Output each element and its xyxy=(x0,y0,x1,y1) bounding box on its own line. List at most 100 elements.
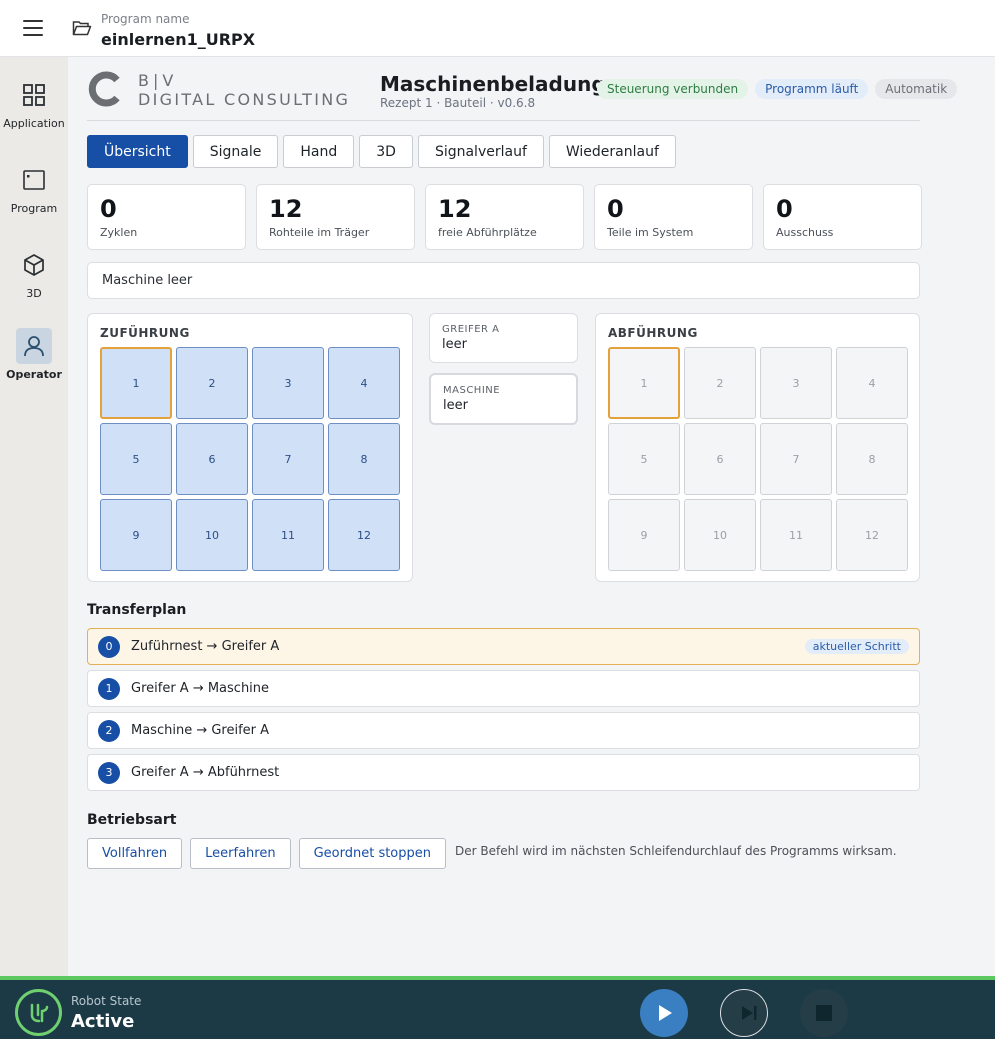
status-badge-mode: Automatik xyxy=(875,79,958,99)
nest-cell: 10 xyxy=(176,499,248,571)
nest-cell: 3 xyxy=(760,347,832,419)
status-badge-program: Programm läuft xyxy=(755,79,869,99)
stat-cycles: 0 Zyklen xyxy=(87,184,246,250)
stat-label: Teile im System xyxy=(607,226,694,239)
nest-cell: 9 xyxy=(608,499,680,571)
stat-value: 0 xyxy=(607,195,624,223)
menu-icon[interactable] xyxy=(23,20,43,36)
stat-value: 12 xyxy=(438,195,472,223)
stat-value: 0 xyxy=(100,195,117,223)
gripper-card: GREIFER A leer xyxy=(429,313,578,363)
machine-status-bar: Maschine leer xyxy=(87,262,920,299)
stat-raw-parts: 12 Rohteile im Träger xyxy=(256,184,415,250)
brand-mark-icon xyxy=(88,71,120,107)
nest-cell: 2 xyxy=(684,347,756,419)
nest-cell: 12 xyxy=(836,499,908,571)
side-nav: Application Program 3D Operator xyxy=(0,57,68,976)
nest-cell: 3 xyxy=(252,347,324,419)
step-text: Greifer A → Maschine xyxy=(131,681,270,696)
nav-label-3d: 3D xyxy=(26,287,42,300)
grid-icon xyxy=(16,77,52,113)
play-button[interactable] xyxy=(640,989,688,1037)
transfer-steps: 0 Zuführnest → Greifer A aktueller Schri… xyxy=(87,628,920,796)
nest-cell: 7 xyxy=(760,423,832,495)
orderly-stop-button[interactable]: Geordnet stoppen xyxy=(298,838,447,869)
tab-signal-history[interactable]: Signalverlauf xyxy=(417,135,544,168)
current-step-badge: aktueller Schritt xyxy=(804,639,909,654)
step-number: 1 xyxy=(98,677,120,700)
nest-cell: 4 xyxy=(836,347,908,419)
nest-cell: 1 xyxy=(100,347,172,419)
mode-hint-text: Der Befehl wird im nächsten Schleifendur… xyxy=(455,843,897,858)
stop-icon xyxy=(816,1005,832,1021)
nav-label-program: Program xyxy=(10,202,58,215)
nest-cell: 8 xyxy=(836,423,908,495)
machine-value: leer xyxy=(443,398,468,413)
operating-mode-title: Betriebsart xyxy=(87,812,177,828)
stat-label: Zyklen xyxy=(100,226,138,239)
stat-label: freie Abführplätze xyxy=(438,226,537,239)
page-title: Maschinenbeladung xyxy=(380,72,606,96)
nav-item-3d[interactable]: 3D xyxy=(0,247,68,300)
stop-button[interactable] xyxy=(800,989,848,1037)
gripper-caption: GREIFER A xyxy=(442,324,500,335)
play-icon xyxy=(659,1005,672,1021)
stat-scrap: 0 Ausschuss xyxy=(763,184,922,250)
stat-value: 12 xyxy=(269,195,303,223)
operating-mode-controls: Vollfahren Leerfahren Geordnet stoppen D… xyxy=(87,838,897,869)
step-text: Zuführnest → Greifer A xyxy=(131,639,280,654)
tab-signals[interactable]: Signale xyxy=(192,135,279,168)
nest-cell: 11 xyxy=(760,499,832,571)
discharge-panel: ABFÜHRUNG 1 2 3 4 5 6 7 8 9 10 11 12 xyxy=(595,313,920,582)
step-text: Maschine → Greifer A xyxy=(131,723,270,738)
stat-label: Ausschuss xyxy=(776,226,834,239)
folder-open-icon[interactable] xyxy=(72,19,92,37)
tab-3d[interactable]: 3D xyxy=(359,135,413,168)
nav-item-operator[interactable]: Operator xyxy=(0,328,68,381)
stat-label: Rohteile im Träger xyxy=(269,226,370,239)
nav-item-program[interactable]: Program xyxy=(0,162,68,215)
robot-state-bar: Robot State Active xyxy=(0,976,995,1039)
robot-state-caption: Robot State xyxy=(71,994,142,1008)
stat-value: 0 xyxy=(776,195,793,223)
step-text: Greifer A → Abführnest xyxy=(131,765,280,780)
cube-icon xyxy=(16,247,52,283)
gripper-value: leer xyxy=(442,337,467,352)
step-number: 0 xyxy=(98,635,120,658)
skip-forward-icon xyxy=(742,1006,757,1020)
full-run-button[interactable]: Vollfahren xyxy=(87,838,183,869)
top-bar: Program name einlernen1_URPX xyxy=(0,0,995,57)
ur-logo-icon xyxy=(15,989,62,1036)
step-number: 3 xyxy=(98,761,120,784)
nest-cell: 2 xyxy=(176,347,248,419)
step-button[interactable] xyxy=(720,989,768,1037)
stat-parts-in-system: 0 Teile im System xyxy=(594,184,753,250)
discharge-grid: 1 2 3 4 5 6 7 8 9 10 11 12 xyxy=(608,347,908,571)
transfer-plan-title: Transferplan xyxy=(87,602,187,618)
nest-cell: 10 xyxy=(684,499,756,571)
header-divider xyxy=(87,120,920,121)
tab-manual[interactable]: Hand xyxy=(283,135,355,168)
nest-cell: 6 xyxy=(176,423,248,495)
transfer-step: 1 Greifer A → Maschine xyxy=(87,670,920,707)
nest-cell: 11 xyxy=(252,499,324,571)
stat-free-slots: 12 freie Abführplätze xyxy=(425,184,584,250)
empty-run-button[interactable]: Leerfahren xyxy=(190,838,291,869)
nest-cell: 4 xyxy=(328,347,400,419)
feed-title: ZUFÜHRUNG xyxy=(100,326,190,340)
page-subtitle: Rezept 1 · Bauteil · v0.6.8 xyxy=(380,96,536,110)
step-number: 2 xyxy=(98,719,120,742)
transfer-step: 2 Maschine → Greifer A xyxy=(87,712,920,749)
tab-overview[interactable]: Übersicht xyxy=(87,135,188,168)
transfer-step: 3 Greifer A → Abführnest xyxy=(87,754,920,791)
program-name: einlernen1_URPX xyxy=(101,30,256,49)
tab-restart[interactable]: Wiederanlauf xyxy=(548,135,676,168)
nest-cell: 5 xyxy=(608,423,680,495)
robot-state-value: Active xyxy=(71,1011,135,1032)
main-content: B|V DIGITAL CONSULTING Maschinenbeladung… xyxy=(68,57,995,976)
brand-logo: B|V DIGITAL CONSULTING xyxy=(87,71,367,111)
nav-label-operator: Operator xyxy=(6,368,62,381)
nest-cell: 7 xyxy=(252,423,324,495)
nav-item-application[interactable]: Application xyxy=(0,77,68,130)
brand-line2: DIGITAL CONSULTING xyxy=(138,90,351,109)
